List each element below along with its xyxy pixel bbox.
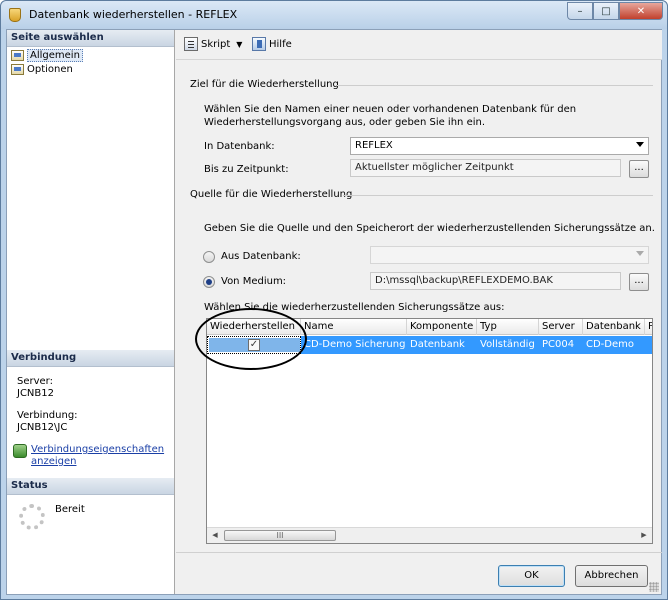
scroll-right-icon[interactable]: ▶ [636, 528, 652, 543]
page-item-label: Allgemein [27, 48, 83, 62]
component-cell: Datenbank [407, 336, 477, 354]
column-header-database[interactable]: Datenbank [583, 319, 645, 335]
connection-section-header: Verbindung [7, 350, 174, 367]
column-header-type[interactable]: Typ [477, 319, 539, 335]
script-button[interactable]: Skript ▼ [184, 37, 242, 51]
chevron-down-icon[interactable] [636, 142, 644, 147]
destination-description-line2: Wiederherstellungsvorgang aus, oder gebe… [204, 117, 486, 128]
scrollbar-thumb[interactable]: III [224, 530, 336, 541]
column-header-name[interactable]: Name [301, 319, 407, 335]
connection-properties-icon [13, 444, 27, 458]
page-item-options[interactable]: Optionen [11, 62, 83, 76]
dialog-client-area: Seite auswählen Allgemein Optionen Verbi… [6, 29, 662, 595]
help-label: Hilfe [269, 38, 292, 50]
restore-database-window: Datenbank wiederherstellen - REFLEX – □ … [0, 0, 668, 600]
chevron-down-icon[interactable] [636, 251, 644, 256]
target-database-value: REFLEX [355, 140, 393, 151]
window-title: Datenbank wiederherstellen - REFLEX [29, 8, 238, 21]
from-database-combobox[interactable] [370, 246, 649, 264]
script-label: Skript [201, 38, 231, 50]
status-value: Bereit [55, 504, 85, 515]
destination-group-divider [337, 85, 653, 86]
database-icon [9, 8, 21, 22]
from-device-radio[interactable] [203, 276, 215, 288]
from-database-radio[interactable] [203, 251, 215, 263]
connection-label: Verbindung: [17, 410, 78, 421]
database-cell: CD-Demo [583, 336, 645, 354]
point-in-time-field: Aktuellster möglicher Zeitpunkt [350, 159, 621, 177]
annotation-ellipse [195, 308, 307, 370]
cancel-button[interactable]: Abbrechen [575, 565, 648, 587]
point-in-time-label: Bis zu Zeitpunkt: [204, 164, 289, 175]
source-description: Geben Sie die Quelle und den Speicherort… [204, 223, 655, 234]
truncated-cell [645, 336, 652, 354]
status-section-header: Status [7, 478, 174, 495]
destination-description-line1: Wählen Sie den Namen einer neuen oder vo… [204, 104, 577, 115]
left-pane: Seite auswählen Allgemein Optionen Verbi… [7, 30, 175, 594]
maximize-button[interactable]: □ [593, 2, 619, 20]
pages-section-header: Seite auswählen [7, 30, 174, 47]
from-database-label: Aus Datenbank: [221, 251, 301, 262]
server-label: Server: [17, 376, 53, 387]
resize-grip-icon[interactable] [649, 582, 659, 592]
type-cell: Vollständig [477, 336, 539, 354]
connection-properties-link-line2[interactable]: anzeigen [31, 456, 76, 468]
from-device-label: Von Medium: [221, 276, 287, 287]
point-in-time-value: Aktuellster möglicher Zeitpunkt [355, 162, 514, 173]
point-in-time-browse-button[interactable]: ... [629, 160, 649, 178]
page-list: Allgemein Optionen [11, 48, 83, 76]
minimize-button[interactable]: – [567, 2, 593, 20]
server-cell: PC004 [539, 336, 583, 354]
progress-spinner-icon [19, 504, 45, 530]
footer-divider [176, 552, 662, 553]
source-group-title: Quelle für die Wiederherstellung [190, 189, 353, 200]
target-database-combobox[interactable]: REFLEX [350, 137, 649, 155]
from-device-path-field: D:\mssql\backup\REFLEXDEMO.BAK [370, 272, 621, 290]
page-icon [11, 63, 24, 75]
ok-button[interactable]: OK [498, 565, 565, 587]
horizontal-scrollbar[interactable]: ◀ III ▶ [207, 527, 652, 543]
title-bar[interactable]: Datenbank wiederherstellen - REFLEX – □ … [1, 1, 667, 29]
column-header-truncated[interactable]: P [645, 319, 652, 335]
from-device-browse-button[interactable]: ... [629, 273, 649, 291]
page-icon [11, 49, 24, 61]
script-icon [184, 37, 198, 51]
page-item-general[interactable]: Allgemein [11, 48, 83, 62]
source-group-divider [343, 195, 653, 196]
page-item-label: Optionen [27, 63, 73, 75]
window-controls: – □ ✕ [567, 2, 663, 20]
column-header-server[interactable]: Server [539, 319, 583, 335]
connection-value: JCNB12\JC [17, 422, 68, 433]
server-value: JCNB12 [17, 388, 54, 399]
help-button[interactable]: Hilfe [252, 37, 292, 51]
scroll-left-icon[interactable]: ◀ [207, 528, 223, 543]
toolbar: Skript ▼ Hilfe [176, 30, 662, 60]
target-database-label: In Datenbank: [204, 141, 275, 152]
column-header-component[interactable]: Komponente [407, 319, 477, 335]
name-cell: CD-Demo Sicherung [301, 336, 407, 354]
close-button[interactable]: ✕ [619, 2, 663, 20]
from-device-path-value: D:\mssql\backup\REFLEXDEMO.BAK [375, 275, 553, 286]
connection-properties-link-line1[interactable]: Verbindungseigenschaften [31, 444, 164, 456]
help-icon [252, 37, 266, 51]
destination-group-title: Ziel für die Wiederherstellung [190, 79, 339, 90]
chevron-down-icon[interactable]: ▼ [236, 40, 242, 49]
